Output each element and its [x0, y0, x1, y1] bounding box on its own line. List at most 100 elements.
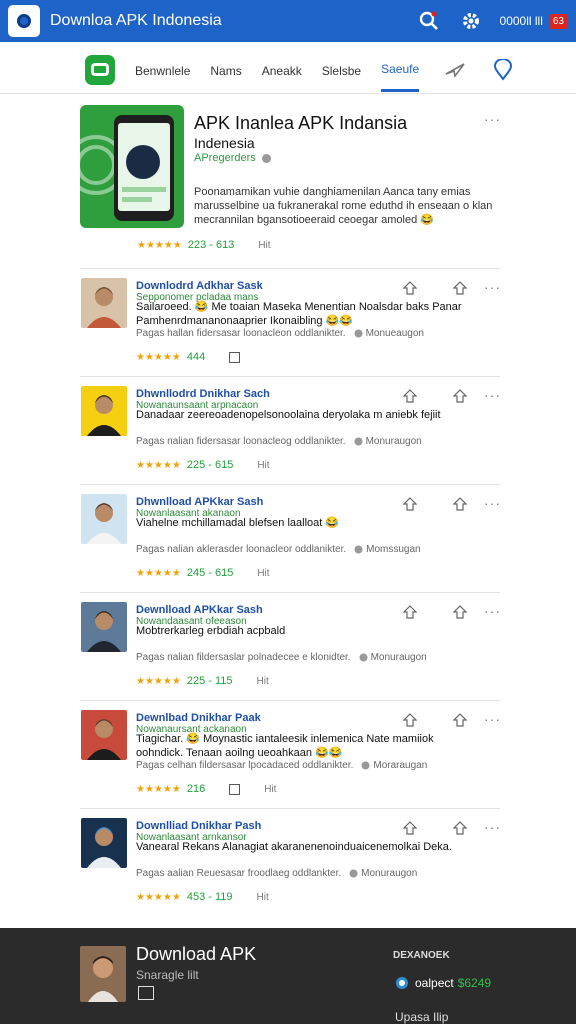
- rating-value: 444: [186, 351, 206, 363]
- tab-2[interactable]: Nams: [210, 49, 241, 91]
- bookmark-icon[interactable]: [453, 821, 467, 835]
- bookmark-icon[interactable]: [453, 497, 467, 511]
- location-pin-icon[interactable]: [491, 58, 515, 82]
- list-item[interactable]: Dhwnlload APKkar Sash Nowanlaasant akana…: [80, 484, 500, 592]
- place: Moraraugan: [361, 760, 427, 771]
- list-item-title[interactable]: Dewnlbad Dnikhar Paak: [136, 712, 261, 724]
- place: Monuraugon: [354, 436, 422, 447]
- list-item-thumbnail[interactable]: [81, 602, 127, 652]
- location-text: Pagas nalian fildersaslar polnadecee e k…: [136, 652, 351, 663]
- app-list: Downlodrd Adkhar Sask Sepponomer pcladaa…: [80, 268, 500, 916]
- share-icon[interactable]: [403, 821, 417, 835]
- meta-label: Hit: [257, 567, 270, 579]
- list-item-title[interactable]: Downlodrd Adkhar Sask: [136, 280, 263, 292]
- rating-stars: ★★★★★: [137, 239, 182, 251]
- list-item-title[interactable]: Dewnlload APKkar Sash: [136, 604, 263, 616]
- place: Momssugan: [354, 544, 421, 555]
- clock-icon: [349, 869, 358, 878]
- list-item-meta: ★★★★★ 444: [136, 351, 264, 363]
- app-logo[interactable]: [8, 5, 40, 37]
- tab-4[interactable]: Slelsbe: [322, 49, 361, 91]
- list-item-meta: ★★★★★ 216 Hit: [136, 783, 276, 795]
- place-text: Monuraugon: [370, 652, 427, 663]
- list-item-description: Mobtrerkarleg erbdiah acpbald: [136, 625, 286, 637]
- featured-description: Poonamamikan vuhie danghiamenilan Aanca …: [194, 186, 493, 226]
- bookmark-icon[interactable]: [453, 281, 467, 295]
- featured-app-image[interactable]: [80, 105, 184, 228]
- list-item-title[interactable]: Downlliad Dnikhar Pash: [136, 820, 261, 832]
- location-text: Pagas celhan fildersasar lpocadaced oddl…: [136, 760, 354, 771]
- list-item-thumbnail[interactable]: [81, 386, 127, 436]
- bottom-right-label: DEXANOEK: [393, 950, 450, 961]
- more-options-icon[interactable]: ···: [484, 111, 501, 127]
- list-item-meta: ★★★★★ 225 - 615 Hit: [136, 459, 270, 471]
- bottom-title: Download APK: [136, 944, 257, 964]
- bottom-right-text: oalpect: [415, 976, 454, 990]
- bottom-thumbnail[interactable]: [80, 946, 126, 1002]
- plane-icon[interactable]: [443, 58, 467, 82]
- more-options-icon[interactable]: ···: [484, 819, 501, 835]
- share-icon[interactable]: [403, 713, 417, 727]
- rating-value: 223 - 613: [187, 239, 235, 251]
- clock-icon: [359, 653, 368, 662]
- location-text: Pagas aalian Reuesasar froodlaeg oddlank…: [136, 868, 342, 879]
- list-item-description: Vanearal Rekans Alanagiat akaranenenoind…: [136, 841, 452, 853]
- place: Monuraugon: [349, 868, 417, 879]
- more-options-icon[interactable]: ···: [484, 279, 501, 295]
- list-item[interactable]: Dewnlload APKkar Sash Nowandaasant ofeea…: [80, 592, 500, 700]
- app-header: Downloa APK Indonesia 0000ll lll 63: [0, 0, 576, 42]
- list-item-thumbnail[interactable]: [81, 278, 127, 328]
- meta-label: Hit: [257, 459, 270, 471]
- gear-icon[interactable]: [458, 8, 484, 34]
- meta-label: Hit: [258, 239, 271, 251]
- grid-icon[interactable]: [138, 986, 154, 1000]
- tab-5-active[interactable]: Saeufe: [381, 47, 420, 92]
- tab-1[interactable]: Benwnlele: [135, 49, 190, 91]
- list-item-title[interactable]: Dhwnlload APKkar Sash: [136, 496, 263, 508]
- checkbox-icon[interactable]: [229, 351, 241, 363]
- more-options-icon[interactable]: ···: [484, 711, 501, 727]
- place: Monueaugon: [354, 328, 424, 339]
- location-text: Pagas hallan fidersasar loonacleon oddla…: [136, 328, 346, 339]
- share-icon[interactable]: [403, 605, 417, 619]
- list-item-location: Pagas nalian aklerasder loonacleor oddla…: [136, 544, 421, 555]
- developer-name: APregerders: [194, 152, 256, 164]
- list-item-meta: ★★★★★ 225 - 115 Hit: [136, 675, 269, 687]
- list-item[interactable]: Downlliad Dnikhar Pash Nowanlaasant arnk…: [80, 808, 500, 916]
- list-item-thumbnail[interactable]: [81, 494, 127, 544]
- list-item[interactable]: Dhwnllodrd Dnikhar Sach Nowanaunsaant ar…: [80, 376, 500, 484]
- list-item-thumbnail[interactable]: [81, 818, 127, 868]
- bottom-right-price[interactable]: oalpect $6249: [395, 976, 491, 990]
- share-icon[interactable]: [403, 497, 417, 511]
- notification-badge[interactable]: 63: [548, 13, 568, 29]
- share-icon[interactable]: [403, 389, 417, 403]
- bookmark-icon[interactable]: [453, 389, 467, 403]
- verified-icon: [261, 153, 271, 163]
- store-logo-icon[interactable]: [85, 54, 115, 85]
- list-item-location: Pagas aalian Reuesasar froodlaeg oddlank…: [136, 868, 417, 879]
- place-text: Monueaugon: [365, 328, 424, 339]
- featured-app[interactable]: APK Inanlea APK Indansia Indenesia APreg…: [80, 105, 500, 265]
- featured-developer[interactable]: APregerders: [194, 152, 271, 164]
- list-item[interactable]: Downlodrd Adkhar Sask Sepponomer pcladaa…: [80, 268, 500, 376]
- checkbox-icon[interactable]: [229, 783, 241, 795]
- rating-value: 225 - 115: [186, 675, 233, 687]
- list-item-thumbnail[interactable]: [81, 710, 127, 760]
- rating-stars: ★★★★★: [136, 567, 181, 579]
- list-item-location: Pagas nalian fidersasar loonacleog oddla…: [136, 436, 422, 447]
- more-options-icon[interactable]: ···: [484, 495, 501, 511]
- tab-bar: Benwnlele Nams Aneakk Slelsbe Saeufe: [0, 46, 576, 94]
- more-options-icon[interactable]: ···: [484, 603, 501, 619]
- more-options-icon[interactable]: ···: [484, 387, 501, 403]
- bookmark-icon[interactable]: [453, 713, 467, 727]
- list-item[interactable]: Dewnlbad Dnikhar Paak Nowanaursant ackan…: [80, 700, 500, 808]
- tab-3[interactable]: Aneakk: [262, 49, 302, 91]
- place-text: Monuraugon: [365, 436, 422, 447]
- bookmark-icon[interactable]: [453, 605, 467, 619]
- list-item-title[interactable]: Dhwnllodrd Dnikhar Sach: [136, 388, 270, 400]
- featured-meta: ★★★★★ 223 - 613 Hit: [137, 239, 271, 251]
- meta-label: Hit: [256, 675, 269, 687]
- share-icon[interactable]: [403, 281, 417, 295]
- list-item-location: Pagas hallan fidersasar loonacleon oddla…: [136, 328, 424, 339]
- search-icon[interactable]: [416, 8, 442, 34]
